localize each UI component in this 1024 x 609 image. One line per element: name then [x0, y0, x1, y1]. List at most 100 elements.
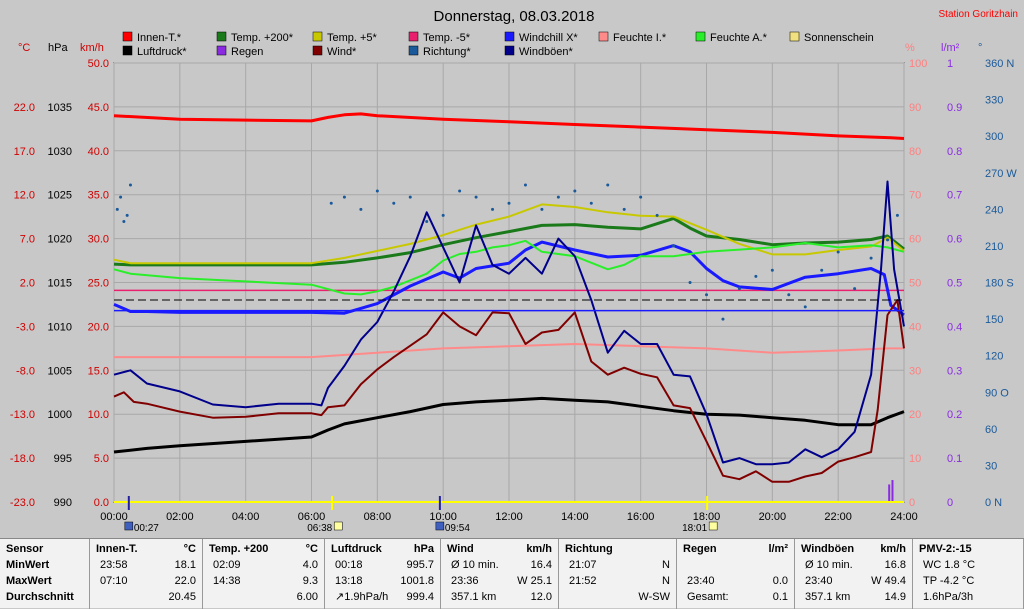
legend-label: Feuchte A.* [710, 32, 768, 44]
stats-cell-value: 4.0 [302, 559, 318, 571]
event-time: 09:54 [445, 523, 470, 534]
tick-label-percent: 10 [909, 453, 921, 465]
direction-point [770, 268, 774, 272]
legend-swatch [312, 31, 323, 42]
stats-column: Richtung 21:07 N 21:52 N W-SW [559, 539, 677, 609]
stats-row: 6.00 [203, 589, 324, 605]
stats-row: TP -4.2 °C [913, 573, 1023, 589]
legend-label: Temp. +200* [231, 32, 294, 44]
legend-swatch [122, 45, 133, 56]
stats-header: PMV-2:-15 [919, 543, 972, 555]
tick-label-percent: 90 [909, 102, 921, 114]
stats-row: MaxWert [0, 573, 89, 589]
tick-label-rain: 0.7 [947, 190, 962, 202]
stats-cell-label: TP -4.2 °C [923, 575, 975, 587]
stats-cell-value: 0.0 [772, 575, 788, 587]
unit-kmh: km/h [80, 42, 104, 54]
stats-cell-value: N [662, 575, 670, 587]
tick-label-hpa: 995 [54, 453, 72, 465]
tick-label-hpa: 1010 [48, 321, 72, 333]
stats-cell-label: 1.6hPa/3h [923, 591, 974, 603]
tick-label-celsius: -13.0 [10, 409, 35, 421]
tick-label-celsius: -18.0 [10, 453, 35, 465]
direction-point [507, 201, 511, 205]
direction-point [458, 189, 462, 193]
stats-row: 21:52 N [559, 573, 676, 589]
legend-label: Sonnenschein [804, 32, 874, 44]
stats-row: 1.6hPa/3h [913, 589, 1023, 605]
tick-label-celsius: -23.0 [10, 497, 35, 509]
stats-cell-label: 357.1 km [451, 591, 497, 603]
stats-column: Sensor MinWert MaxWert Durchschnitt [0, 539, 90, 609]
stats-cell-label: ↗1.9hPa/h [335, 591, 389, 603]
grid [113, 62, 905, 503]
stats-unit: °C [305, 543, 318, 555]
stats-header: Regen [683, 543, 717, 555]
tick-label-direction: 270 W [985, 168, 1017, 180]
unit-hpa: hPa [48, 42, 68, 54]
stats-row: 00:18 995.7 [325, 557, 440, 573]
direction-point [688, 281, 692, 284]
stats-cell-value: 16.8 [884, 559, 906, 571]
stats-cell-value: W 25.1 [517, 575, 552, 587]
tick-label-kmh: 10.0 [88, 409, 109, 421]
tick-label-rain: 0.6 [947, 234, 962, 246]
direction-point [754, 274, 758, 278]
stats-row: 23:40 0.0 [677, 573, 794, 589]
direction-point [491, 207, 495, 211]
stats-cell-label: 13:18 [335, 575, 363, 587]
legend-label: Innen-T.* [137, 32, 182, 44]
stats-header: Windböen [801, 543, 855, 555]
stats-cell-value: W-SW [638, 591, 670, 603]
unit-degree: ° [978, 42, 982, 54]
legend-swatch [789, 31, 800, 42]
direction-point [655, 213, 659, 217]
stats-unit: km/h [526, 543, 552, 555]
tick-label-direction: 210 [985, 241, 1003, 253]
tick-label-time: 10:00 [429, 511, 457, 523]
stats-header: Innen-T. [96, 543, 138, 555]
direction-point [523, 183, 527, 187]
legend-label: Temp. -5* [423, 32, 471, 44]
direction-point [573, 189, 577, 193]
stats-cell-label: 23:40 [687, 575, 715, 587]
stats-header-row: Sensor [0, 541, 89, 557]
legend-swatch [504, 31, 515, 42]
stats-header: Sensor [6, 543, 44, 555]
tick-label-kmh: 45.0 [88, 102, 109, 114]
tick-label-rain: 1 [947, 58, 953, 70]
tick-label-direction: 360 N [985, 58, 1014, 70]
tick-label-rain: 0.1 [947, 453, 962, 465]
stats-header: Luftdruck [331, 543, 382, 555]
weather-chart: Donnerstag, 08.03.2018 Station Goritzhai… [0, 0, 1024, 536]
stats-unit: km/h [880, 543, 906, 555]
direction-point [329, 201, 333, 205]
stats-row: 23:58 18.1 [90, 557, 202, 573]
stats-column: Wind km/h Ø 10 min. 16.4 23:36 W 25.1 357.1 km… [441, 539, 559, 609]
tick-label-time: 12:00 [495, 511, 523, 523]
stats-column: PMV-2:-15 WC 1.8 °C TP -4.2 °C 1.6hPa/3h [913, 539, 1024, 609]
tick-label-percent: 30 [909, 365, 921, 377]
direction-point [639, 195, 643, 199]
tick-label-kmh: 40.0 [88, 146, 109, 158]
stats-cell-value: 14.9 [884, 591, 906, 603]
direction-point [540, 207, 544, 211]
rain-bar [891, 480, 894, 502]
direction-point [622, 207, 626, 211]
stats-column: Innen-T. °C 23:58 18.1 07:10 22.0 20.45 [90, 539, 203, 609]
stats-cell-label: MinWert [6, 559, 50, 571]
direction-point [737, 287, 741, 291]
stats-cell-label: Ø 10 min. [451, 559, 499, 571]
stats-cell-value: 18.1 [174, 559, 196, 571]
stats-header-row: Richtung [559, 541, 676, 557]
tick-label-time: 24:00 [890, 511, 918, 523]
tick-label-direction: 60 [985, 424, 997, 436]
direction-point [721, 317, 725, 321]
stats-row [677, 557, 794, 573]
tick-label-hpa: 1000 [48, 409, 72, 421]
tick-label-direction: 30 [985, 460, 997, 472]
stats-column: Regen l/m² 23:40 0.0 Gesamt: 0.1 [677, 539, 795, 609]
stats-cell-label: 357.1 km [805, 591, 851, 603]
tick-label-rain: 0.3 [947, 365, 962, 377]
stats-cell-label: MaxWert [6, 575, 52, 587]
